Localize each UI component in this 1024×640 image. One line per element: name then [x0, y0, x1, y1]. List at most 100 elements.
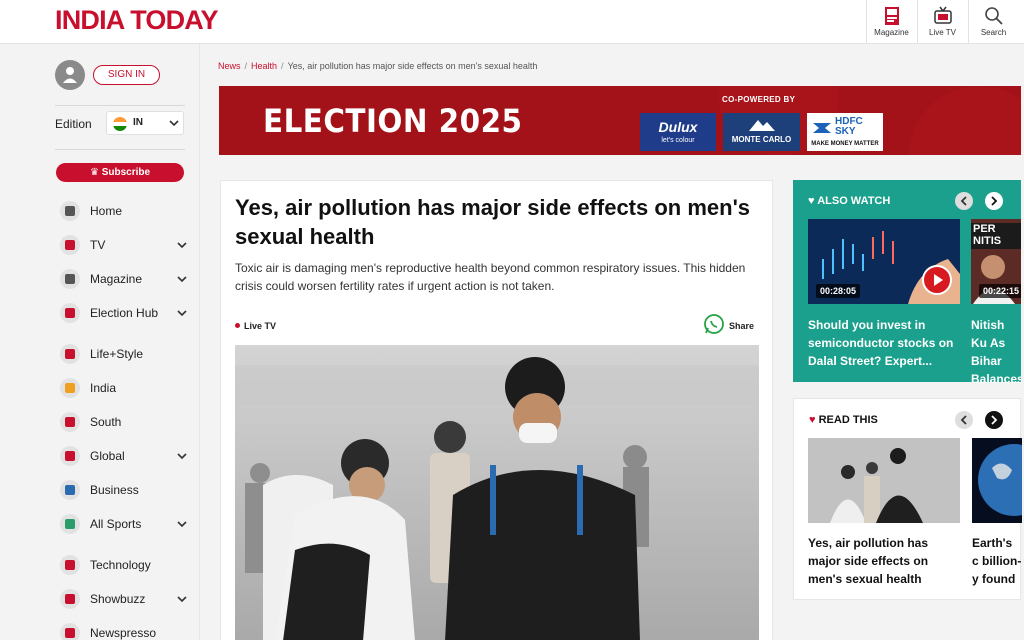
sidebar-item-home[interactable]: Home: [60, 199, 190, 223]
read-this-panel: ♥ READ THIS Yes, air pollution has major…: [793, 398, 1022, 600]
sidebar-item-business[interactable]: Business: [60, 478, 190, 502]
carousel-prev-button[interactable]: [955, 411, 973, 429]
sidebar-item-label: TV: [90, 238, 106, 252]
subscribe-button[interactable]: ♛ Subscribe: [56, 163, 184, 182]
breadcrumb-news[interactable]: News: [218, 61, 241, 71]
temple-icon: [60, 412, 80, 432]
chevron-down-icon[interactable]: [176, 239, 188, 251]
dulux-logo[interactable]: Dulux let's colour: [640, 113, 716, 151]
sidebar-item-label: Election Hub: [90, 306, 159, 320]
showbuzz-icon: [60, 589, 80, 609]
chevron-down-icon[interactable]: [176, 307, 188, 319]
share-button[interactable]: Share: [703, 313, 763, 337]
hdfc-sky-icon: [813, 123, 831, 133]
video-thumbnail[interactable]: PER NITIS 00:22:15: [971, 219, 1021, 304]
election-icon: [60, 303, 80, 323]
sidebar-item-south[interactable]: South: [60, 410, 190, 434]
video-duration: 00:28:05: [816, 284, 861, 298]
play-button[interactable]: [922, 265, 952, 295]
monte-carlo-logo[interactable]: MONTE CARLO: [723, 113, 800, 151]
smog-commuters-photo: [235, 345, 759, 640]
video-caption[interactable]: Should you invest in semiconductor stock…: [808, 316, 960, 370]
user-icon: [63, 67, 77, 83]
chevron-left-icon: [960, 415, 967, 425]
video-thumbnail[interactable]: 00:28:05: [808, 219, 960, 304]
live-tv-icon: [60, 235, 80, 255]
election-banner[interactable]: ELECTION 2025 CO-POWERED BY Dulux let's …: [219, 86, 1021, 155]
subscribe-label: Subscribe: [101, 167, 151, 178]
chevron-down-icon: [169, 120, 179, 127]
sidebar-item-label: Home: [90, 204, 123, 218]
breadcrumb-current: Yes, air pollution has major side effect…: [287, 61, 538, 71]
sidebar-item-magazine[interactable]: Magazine: [60, 267, 190, 291]
video-duration: 00:22:15: [979, 284, 1021, 298]
sidebar-item-all-sports[interactable]: All Sports: [60, 512, 190, 536]
sidebar-item-election-hub[interactable]: Election Hub: [60, 301, 190, 325]
sidebar-item-label: Business: [90, 483, 139, 497]
live-tv-link[interactable]: Live TV: [235, 321, 276, 331]
sports-icon: [60, 514, 80, 534]
sidebar-item-life-style[interactable]: Life+Style: [60, 342, 190, 366]
breadcrumb-health[interactable]: Health: [251, 61, 277, 71]
chevron-down-icon[interactable]: [176, 450, 188, 462]
hdfc-sky-logo[interactable]: HDFC SKY MAKE MONEY MATTER: [807, 113, 883, 151]
mountain-icon: [749, 120, 775, 131]
article-card: Yes, air pollution has major side effect…: [220, 180, 773, 640]
carousel-prev-button[interactable]: [955, 192, 973, 210]
banner-title: ELECTION 2025: [263, 102, 523, 140]
edition-select[interactable]: IN: [106, 111, 184, 135]
video-caption[interactable]: Nitish Ku As Bihar Balances: [971, 316, 1021, 388]
coffee-icon: [60, 623, 80, 640]
india-flag-icon: [113, 117, 127, 131]
live-tv-button[interactable]: Live TV: [917, 0, 967, 44]
article-hero-image[interactable]: [235, 345, 759, 640]
divider: [55, 149, 185, 150]
chevron-down-icon[interactable]: [176, 273, 188, 285]
sidebar-item-newspresso[interactable]: Newspresso: [60, 621, 190, 640]
chevron-right-icon: [991, 196, 998, 206]
sidebar-item-label: India: [90, 381, 117, 395]
story-thumbnail[interactable]: [972, 438, 1022, 523]
story-caption[interactable]: Earth's c billion-y found: [972, 534, 1022, 588]
magazine-button[interactable]: Magazine: [866, 0, 916, 44]
edition-value: IN: [133, 117, 143, 128]
article-subtitle: Toxic air is damaging men's reproductive…: [235, 261, 746, 293]
earth-thumbnail: [972, 438, 1022, 523]
carousel-next-button[interactable]: [985, 192, 1003, 210]
avatar[interactable]: [55, 60, 85, 90]
sidebar-item-global[interactable]: Global: [60, 444, 190, 468]
sidebar-item-showbuzz[interactable]: Showbuzz: [60, 587, 190, 611]
sidebar: SIGN IN Edition IN ♛ Subscribe Home TV Mag…: [0, 44, 200, 640]
india-today-logo[interactable]: INDIA TODAY: [55, 5, 219, 36]
story-thumbnail[interactable]: [808, 438, 960, 523]
sidebar-item-label: Technology: [90, 558, 151, 572]
smog-commuters-thumbnail: [808, 438, 960, 523]
chevron-left-icon: [960, 196, 967, 206]
sidebar-item-india[interactable]: India: [60, 376, 190, 400]
breadcrumb: News / Health / Yes, air pollution has major…: [218, 61, 538, 71]
magazine-icon: [884, 7, 899, 25]
story-caption[interactable]: Yes, air pollution has major side effect…: [808, 534, 963, 588]
divider: [55, 105, 185, 106]
sidebar-item-tv[interactable]: TV: [60, 233, 190, 257]
india-icon: [60, 378, 80, 398]
top-header: INDIA TODAY Magazine Live TV Search: [0, 0, 1024, 44]
heart-icon: ♥: [809, 414, 816, 426]
globe-icon: [60, 446, 80, 466]
search-icon: [984, 7, 1003, 25]
chevron-down-icon[interactable]: [176, 518, 188, 530]
magazine-label: Magazine: [874, 28, 909, 37]
business-chart-icon: [60, 480, 80, 500]
sign-in-button[interactable]: SIGN IN: [93, 65, 160, 85]
sidebar-item-label: Newspresso: [90, 626, 157, 640]
sidebar-item-label: South: [90, 415, 122, 429]
co-powered-label: CO-POWERED BY: [722, 95, 796, 104]
video-thumb-text: PER NITIS: [973, 223, 1002, 247]
search-button[interactable]: Search: [968, 0, 1018, 44]
edition-label: Edition: [55, 117, 92, 131]
also-watch-panel: ♥ ALSO WATCH 00:28:05 Should you invest …: [793, 180, 1021, 386]
chevron-down-icon[interactable]: [176, 593, 188, 605]
sidebar-item-technology[interactable]: Technology: [60, 553, 190, 577]
sidebar-item-label: Magazine: [90, 272, 143, 286]
carousel-next-button[interactable]: [985, 411, 1003, 429]
